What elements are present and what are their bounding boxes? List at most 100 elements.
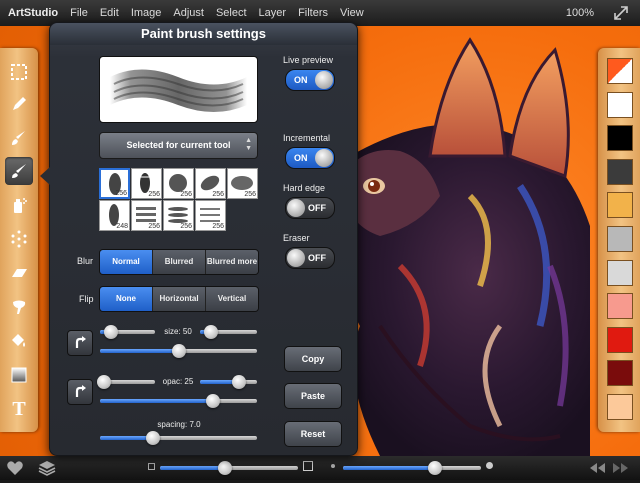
size-max-thumb[interactable]	[204, 325, 219, 339]
tool-pencil[interactable]	[5, 90, 33, 118]
bottom-bar	[0, 456, 640, 480]
opacity-thumb[interactable]	[206, 394, 221, 408]
brush-tip-cell[interactable]: 256	[99, 168, 130, 199]
opacity-max-slider[interactable]	[200, 380, 257, 384]
flip-option-horizontal[interactable]: Horizontal	[153, 287, 206, 311]
fill-bucket-icon	[12, 334, 25, 347]
brush-tip-cell[interactable]: 256	[131, 200, 162, 231]
brush-tip-cell[interactable]: 256	[195, 200, 226, 231]
tool-bar: T	[0, 48, 38, 432]
color-swatch[interactable]	[607, 226, 633, 252]
paste-button[interactable]: Paste	[284, 383, 342, 409]
brush-tip-cell[interactable]: 256	[163, 168, 194, 199]
spacing-thumb[interactable]	[146, 431, 161, 445]
toggle-knob	[287, 249, 305, 267]
menu-select[interactable]: Select	[216, 7, 247, 19]
panel-pointer-arrow	[40, 167, 50, 185]
tool-selection[interactable]	[5, 58, 33, 86]
tool-smudge[interactable]	[5, 293, 33, 321]
brush-size-thumb[interactable]	[217, 461, 232, 475]
brush-preset-selector[interactable]: Selected for current tool ▲ ▼	[99, 132, 258, 159]
color-swatch[interactable]	[607, 58, 633, 84]
eraser-toggle[interactable]: OFF	[285, 247, 335, 269]
brush-tip-size: 256	[148, 223, 160, 230]
incremental-state: ON	[294, 153, 308, 163]
flip-option-none[interactable]: None	[100, 287, 153, 311]
blur-label: Blur	[77, 256, 94, 266]
brush-tip-cell[interactable]: 256	[227, 168, 258, 199]
brush-grid: 256 256 256 256 256 248 256 256 256	[99, 168, 259, 232]
color-swatch[interactable]	[607, 125, 633, 152]
brush-stroke-preview	[99, 56, 258, 123]
tool-eraser[interactable]	[5, 259, 33, 287]
flip-segmented-control: None Horizontal Vertical	[99, 286, 259, 312]
eraser-icon	[12, 269, 27, 277]
text-tool-icon: T	[12, 397, 26, 420]
brush-tip-cell[interactable]: 256	[195, 168, 226, 199]
color-swatch[interactable]	[607, 394, 633, 420]
spray-can-icon	[14, 198, 27, 213]
menu-edit[interactable]: Edit	[100, 7, 119, 19]
menu-filters[interactable]: Filters	[298, 7, 328, 19]
menu-layer[interactable]: Layer	[259, 7, 287, 19]
blur-option-blurred-more[interactable]: Blurred more	[206, 250, 258, 274]
menu-adjust[interactable]: Adjust	[173, 7, 204, 19]
size-reset-button[interactable]	[67, 330, 93, 356]
fullscreen-icon[interactable]	[612, 4, 630, 22]
incremental-toggle[interactable]: ON	[285, 147, 335, 169]
gradient-icon	[11, 367, 27, 383]
hard-edge-toggle[interactable]: OFF	[285, 197, 335, 219]
spacing-slider[interactable]	[100, 436, 257, 440]
brush-tip-cell[interactable]: 256	[131, 168, 162, 199]
tool-spray[interactable]	[5, 191, 33, 219]
tool-scatter[interactable]	[5, 225, 33, 253]
brush-tip-cell[interactable]: 256	[163, 200, 194, 231]
small-dot-icon	[331, 464, 335, 468]
redo-icon[interactable]	[612, 460, 630, 481]
brush-opacity-thumb[interactable]	[428, 461, 443, 475]
brush-tip-cell[interactable]: 248	[99, 200, 130, 231]
color-swatch[interactable]	[607, 192, 633, 219]
app-name: ArtStudio	[8, 7, 59, 19]
size-min-thumb[interactable]	[104, 325, 118, 339]
tool-gradient[interactable]	[5, 361, 33, 389]
opacity-min-thumb[interactable]	[97, 375, 112, 389]
color-swatch[interactable]	[607, 158, 633, 185]
opacity-reset-button[interactable]	[67, 379, 93, 405]
size-thumb[interactable]	[171, 344, 186, 358]
tool-text[interactable]: T	[5, 395, 33, 423]
incremental-label: Incremental	[283, 133, 331, 143]
eraser-label: Eraser	[283, 233, 310, 243]
zoom-level[interactable]: 100%	[566, 7, 594, 19]
small-square-icon	[148, 463, 155, 470]
color-swatch[interactable]	[607, 360, 633, 387]
tool-fill[interactable]	[5, 327, 33, 355]
size-label: size: 50	[164, 327, 192, 336]
color-swatch[interactable]	[607, 91, 633, 118]
undo-icon[interactable]	[588, 460, 606, 481]
tool-paint-brush[interactable]	[5, 157, 33, 185]
live-preview-toggle[interactable]: ON	[285, 69, 335, 91]
color-swatch[interactable]	[607, 293, 633, 320]
opacity-max-thumb[interactable]	[231, 375, 246, 389]
brush-opacity-slider[interactable]	[343, 466, 481, 470]
brush-tip-size: 256	[180, 191, 192, 198]
color-swatch[interactable]	[607, 259, 633, 286]
layers-icon[interactable]	[37, 458, 57, 483]
tool-brush[interactable]	[5, 124, 33, 152]
flip-option-vertical[interactable]: Vertical	[206, 287, 258, 311]
menu-view[interactable]: View	[340, 7, 364, 19]
heart-icon[interactable]	[6, 459, 24, 482]
rotate-arrow-icon	[75, 336, 86, 348]
selection-marquee-icon	[11, 64, 27, 80]
blur-option-normal[interactable]: Normal	[100, 250, 153, 274]
color-swatch[interactable]	[607, 326, 633, 353]
menu-image[interactable]: Image	[131, 7, 162, 19]
menu-file[interactable]: File	[70, 7, 88, 19]
blur-option-blurred[interactable]: Blurred	[153, 250, 206, 274]
eraser-state: OFF	[308, 253, 326, 263]
reset-button[interactable]: Reset	[284, 421, 342, 447]
copy-button[interactable]: Copy	[284, 346, 342, 372]
opacity-slider[interactable]	[100, 399, 257, 403]
paint-brush-settings-panel: Paint brush settings Selected for curren…	[40, 22, 358, 456]
